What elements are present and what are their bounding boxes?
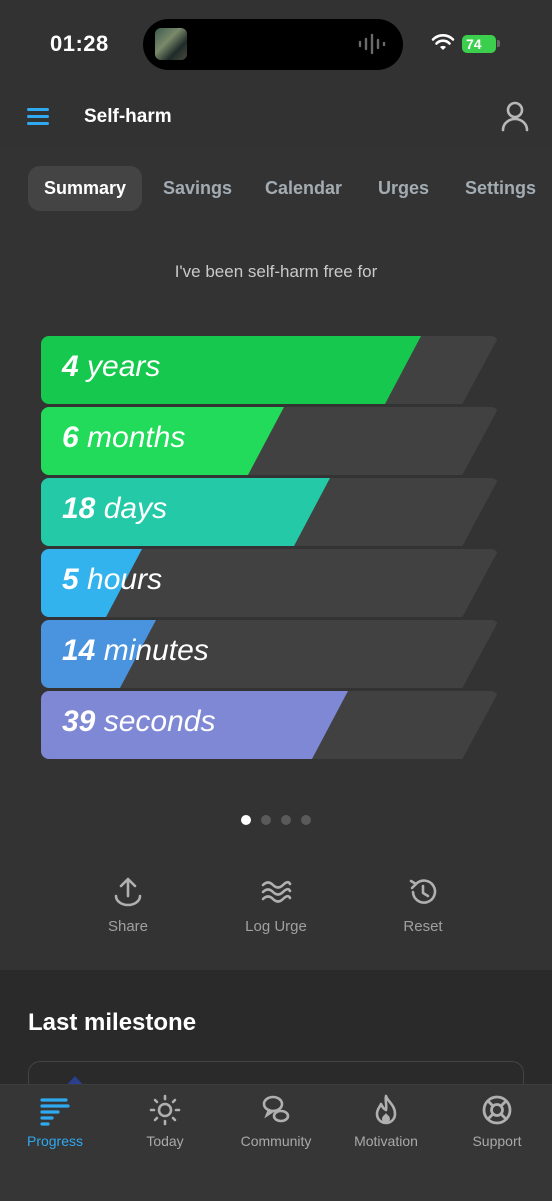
streak-unit: hours <box>87 563 163 596</box>
log-urge-label: Log Urge <box>245 918 307 935</box>
streak-bar-months: 6 months <box>41 407 499 475</box>
tabbar-motivation[interactable]: Motivation <box>331 1093 441 1149</box>
summary-panel: Summary Savings Calendar Urges Settings … <box>0 146 552 970</box>
tabbar-today-label: Today <box>146 1133 184 1149</box>
tab-settings[interactable]: Settings <box>465 166 536 211</box>
streak-bar-label: 14 minutes <box>62 634 209 668</box>
last-milestone-heading: Last milestone <box>28 1009 197 1036</box>
tab-summary[interactable]: Summary <box>28 166 143 211</box>
page-title: Self-harm <box>84 106 172 127</box>
streak-bar-label: 5 hours <box>62 563 162 597</box>
tab-calendar[interactable]: Calendar <box>265 166 342 211</box>
streak-bar-years: 4 years <box>41 336 499 404</box>
tabbar-support[interactable]: Support <box>442 1093 552 1149</box>
tab-bar-top: Summary Savings Calendar Urges Settings <box>0 166 552 212</box>
streak-bar-days: 18 days <box>41 478 499 546</box>
page-dot-4[interactable] <box>301 815 311 825</box>
reset-label: Reset <box>403 918 443 935</box>
waves-icon <box>261 880 292 903</box>
streak-value: 5 <box>62 563 79 596</box>
wifi-icon <box>431 34 455 50</box>
tabbar-motivation-label: Motivation <box>354 1133 418 1149</box>
page-dot-3[interactable] <box>281 815 291 825</box>
streak-unit: days <box>103 492 168 525</box>
community-icon <box>262 1095 290 1123</box>
page-dot-2[interactable] <box>261 815 271 825</box>
streak-unit: years <box>87 350 161 383</box>
tabbar-community[interactable]: Community <box>221 1093 331 1149</box>
tab-urges[interactable]: Urges <box>378 166 429 211</box>
streak-bar-seconds: 39 seconds <box>41 691 499 759</box>
profile-icon[interactable] <box>500 100 530 132</box>
streak-bar-label: 39 seconds <box>62 705 215 739</box>
dynamic-island[interactable] <box>143 19 403 70</box>
history-icon <box>409 879 437 904</box>
streak-value: 18 <box>62 492 96 525</box>
status-bar: 01:28 74 <box>0 0 552 90</box>
streak-bar-label: 6 months <box>62 421 185 455</box>
share-label: Share <box>107 918 149 935</box>
flame-icon <box>375 1094 397 1125</box>
battery-level: 74 <box>466 36 482 52</box>
page-indicator <box>0 812 552 830</box>
app-header: Self-harm <box>0 90 552 146</box>
streak-bar-label: 18 days <box>62 492 167 526</box>
streak-unit: seconds <box>103 705 216 738</box>
streak-unit: minutes <box>103 634 209 667</box>
bottom-tab-bar: Progress Today Community Motivation Supp… <box>0 1084 552 1201</box>
tabbar-today[interactable]: Today <box>110 1093 220 1149</box>
tabbar-progress[interactable]: Progress <box>0 1093 110 1149</box>
status-time: 01:28 <box>50 31 109 56</box>
battery-cap <box>497 40 500 47</box>
lifebuoy-icon <box>482 1095 512 1125</box>
tabbar-support-label: Support <box>472 1133 522 1149</box>
streak-unit: months <box>87 421 186 454</box>
progress-bars-icon <box>40 1098 70 1126</box>
hamburger-menu-icon[interactable] <box>27 108 49 126</box>
now-playing-artwork <box>155 28 187 60</box>
streak-value: 4 <box>62 350 79 383</box>
streak-value: 14 <box>62 634 96 667</box>
tab-savings[interactable]: Savings <box>163 166 232 211</box>
log-urge-button[interactable]: Log Urge <box>221 876 331 935</box>
streak-bar-label: 4 years <box>62 350 160 384</box>
audio-wave-icon <box>358 33 386 55</box>
streak-bar-hours: 5 hours <box>41 549 499 617</box>
streak-value: 39 <box>62 705 96 738</box>
page-dot-1[interactable] <box>241 815 251 825</box>
share-button[interactable]: Share <box>73 876 183 935</box>
sun-icon <box>149 1094 181 1126</box>
streak-value: 6 <box>62 421 79 454</box>
reset-button[interactable]: Reset <box>368 876 478 935</box>
tabbar-community-label: Community <box>240 1133 312 1149</box>
battery-indicator: 74 <box>462 35 496 53</box>
streak-subtitle: I've been self-harm free for <box>174 262 378 281</box>
tabbar-progress-label: Progress <box>26 1133 84 1149</box>
streak-bar-minutes: 14 minutes <box>41 620 499 688</box>
share-icon <box>114 877 142 907</box>
